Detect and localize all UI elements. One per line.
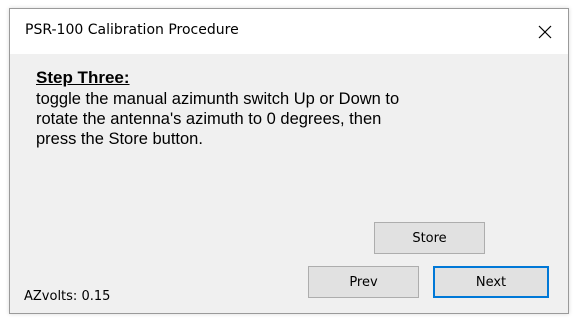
next-button[interactable]: Next xyxy=(433,266,549,298)
title-bar[interactable]: PSR-100 Calibration Procedure xyxy=(10,9,568,54)
close-icon xyxy=(538,25,552,38)
step-instructions: toggle the manual azimunth switch Up or … xyxy=(36,90,400,148)
prev-button[interactable]: Prev xyxy=(308,266,419,298)
close-button[interactable] xyxy=(522,9,568,54)
step-heading: Step Three: xyxy=(36,68,130,87)
az-volts-readout: AZvolts: 0.15 xyxy=(24,289,111,304)
calibration-dialog: PSR-100 Calibration Procedure Step Three… xyxy=(9,8,569,314)
store-button[interactable]: Store xyxy=(374,222,485,254)
window-title: PSR-100 Calibration Procedure xyxy=(25,22,239,38)
